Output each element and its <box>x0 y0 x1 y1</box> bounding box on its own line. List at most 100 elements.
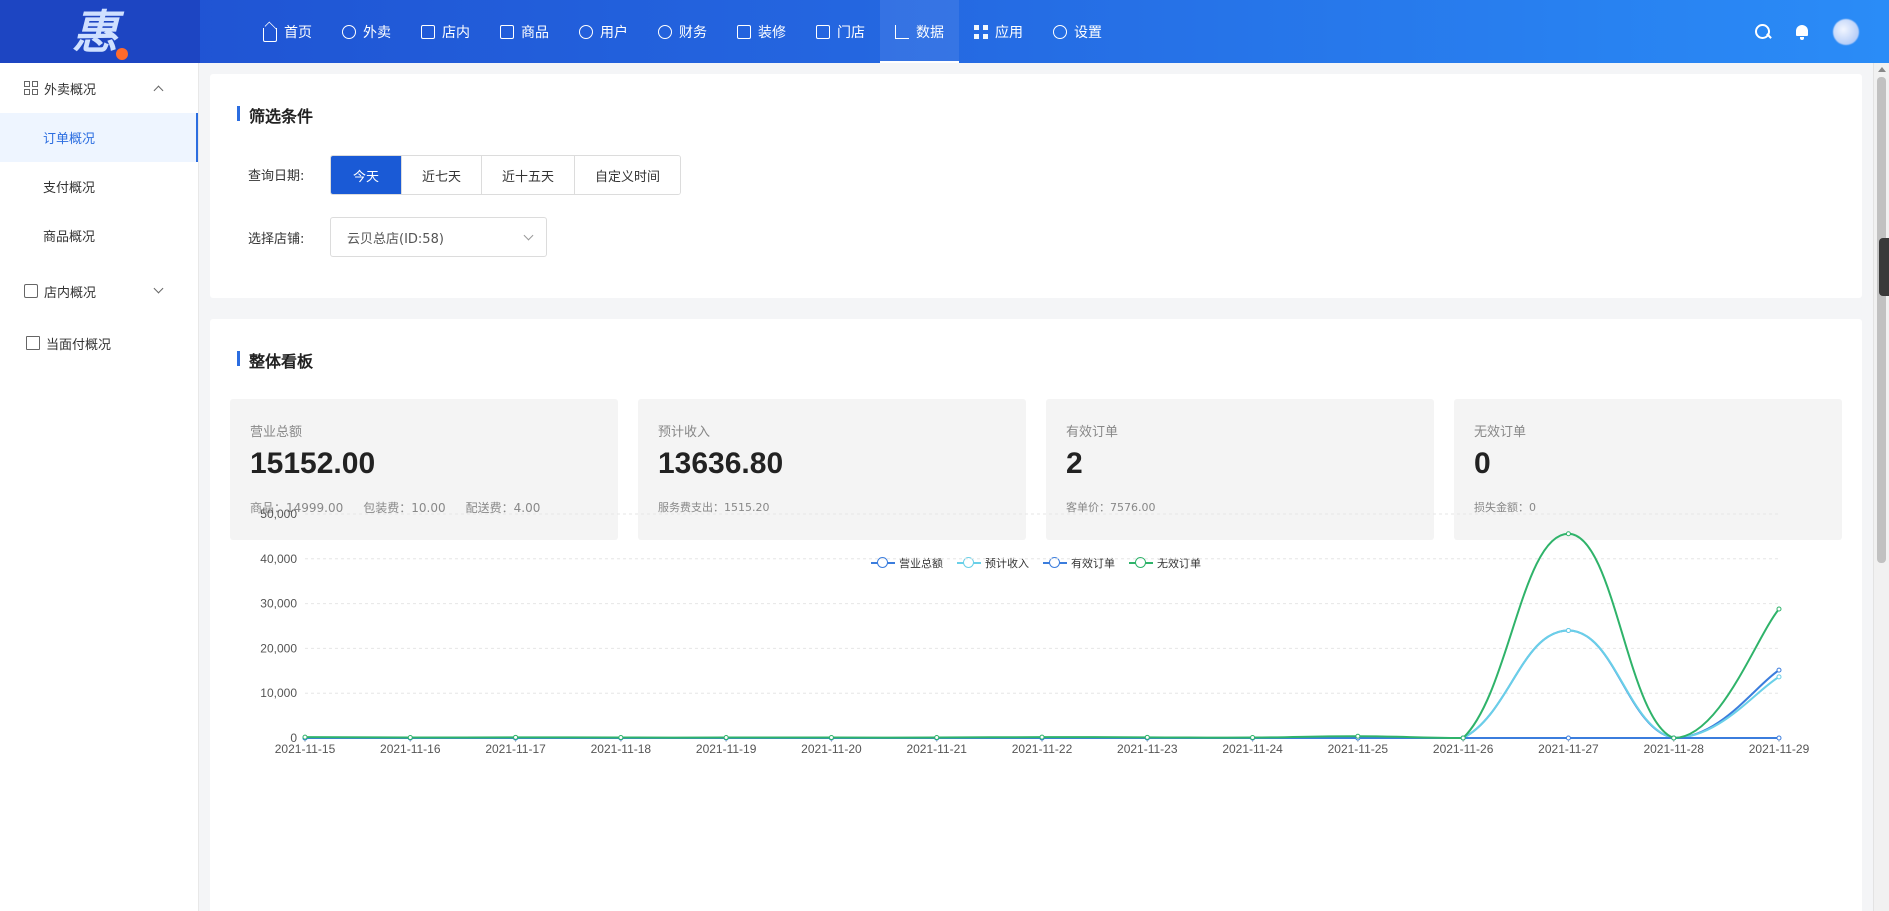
data-point <box>1776 735 1782 741</box>
data-point <box>1776 606 1782 612</box>
x-tick-label: 2021-11-18 <box>591 742 652 756</box>
x-tick-label: 2021-11-23 <box>1117 742 1178 756</box>
x-tick-label: 2021-11-28 <box>1643 742 1704 756</box>
avatar[interactable] <box>1833 18 1859 45</box>
y-tick-label: 10,000 <box>260 686 297 700</box>
nav-item-label: 数据 <box>916 24 944 41</box>
chevron-down-icon <box>153 283 164 294</box>
sidebar-item-product-overview[interactable]: 商品概况 <box>0 211 198 260</box>
nav-item-2[interactable]: 店内 <box>406 0 485 63</box>
store-inside-icon <box>421 24 435 39</box>
data-point <box>1460 735 1466 741</box>
x-tick-label: 2021-11-15 <box>275 742 336 756</box>
main-nav: 首页 外卖 店内 商品 用户 财务 装修 门店 数据 应用 设置 <box>248 0 1117 63</box>
logo[interactable]: 惠 <box>0 0 200 63</box>
nav-item-label: 商品 <box>521 24 549 41</box>
data-point <box>1671 735 1677 741</box>
scooter-icon <box>342 24 356 39</box>
user-icon <box>579 24 593 39</box>
nav-item-0[interactable]: 首页 <box>248 0 327 63</box>
sidebar-item-order-overview[interactable]: 订单概况 <box>0 113 198 162</box>
nav-item-1[interactable]: 外卖 <box>327 0 406 63</box>
sidebar-group-label: 当面付概况 <box>46 337 112 353</box>
sidebar-group-instore[interactable]: 店内概况 <box>0 266 198 316</box>
nav-item-label: 装修 <box>758 24 786 41</box>
store-select-value: 云贝总店(ID:58) <box>347 231 444 247</box>
sidebar-group-facepay[interactable]: 当面付概况 <box>0 318 198 368</box>
nav-item-label: 外卖 <box>363 24 391 41</box>
data-point <box>1039 734 1045 740</box>
date-option-15days[interactable]: 近十五天 <box>481 156 575 194</box>
nav-item-7[interactable]: 门店 <box>801 0 880 63</box>
x-tick-label: 2021-11-17 <box>485 742 546 756</box>
data-point <box>1250 735 1256 741</box>
filter-card: 筛选条件 查询日期: 今天 近七天 近十五天 自定义时间 选择店铺: 云贝总店(… <box>210 74 1862 298</box>
x-tick-label: 2021-11-22 <box>1012 742 1073 756</box>
date-label: 查询日期: <box>248 169 305 184</box>
y-tick-label: 50,000 <box>260 507 297 521</box>
y-tick-label: 30,000 <box>260 597 297 611</box>
data-point <box>618 735 624 741</box>
scrollbar-thumb[interactable] <box>1877 77 1886 563</box>
series-line-1 <box>305 629 1780 740</box>
data-point <box>828 735 834 741</box>
grid-icon <box>24 81 38 95</box>
date-range-selector: 今天 近七天 近十五天 自定义时间 <box>330 155 682 195</box>
data-point <box>1144 734 1150 740</box>
nav-item-label: 应用 <box>995 24 1023 41</box>
y-tick-label: 20,000 <box>260 641 297 655</box>
data-point <box>407 735 413 741</box>
store-label: 选择店铺: <box>248 232 305 247</box>
x-tick-label: 2021-11-16 <box>380 742 441 756</box>
store-select[interactable]: 云贝总店(ID:58) <box>330 217 547 257</box>
scroll-up-arrow-icon[interactable] <box>1878 67 1886 72</box>
sidebar-item-payment-overview[interactable]: 支付概况 <box>0 162 198 211</box>
logo-glyph: 惠 <box>72 5 118 59</box>
dashboard-card: 整体看板 营业总额 15152.00 商品：14999.00 包装费：10.00… <box>210 319 1862 911</box>
nav-item-4[interactable]: 用户 <box>564 0 643 63</box>
search-icon[interactable] <box>1755 23 1771 40</box>
storefront-icon <box>816 24 830 39</box>
x-tick-label: 2021-11-29 <box>1749 742 1810 756</box>
sidebar-group-delivery[interactable]: 外卖概况 <box>0 63 198 113</box>
nav-item-10[interactable]: 设置 <box>1038 0 1117 63</box>
side-drawer-handle[interactable] <box>1879 238 1889 296</box>
logo-dot <box>116 48 128 60</box>
gear-icon <box>1053 24 1067 39</box>
vertical-scrollbar[interactable] <box>1873 63 1889 911</box>
nav-item-label: 店内 <box>442 24 470 41</box>
filter-title: 筛选条件 <box>237 103 313 127</box>
x-tick-label: 2021-11-25 <box>1328 742 1389 756</box>
date-option-7days[interactable]: 近七天 <box>401 156 482 194</box>
header-actions <box>1755 0 1859 63</box>
x-tick-label: 2021-11-20 <box>801 742 862 756</box>
date-option-custom[interactable]: 自定义时间 <box>574 156 681 194</box>
chevron-down-icon <box>523 230 534 241</box>
x-tick-label: 2021-11-21 <box>906 742 967 756</box>
nav-item-label: 门店 <box>837 24 865 41</box>
nav-item-6[interactable]: 装修 <box>722 0 801 63</box>
trend-line-chart: 010,00020,00030,00040,00050,0002021-11-1… <box>260 507 1810 756</box>
sidebar-group-label: 外卖概况 <box>44 82 97 98</box>
data-point <box>723 735 729 741</box>
nav-item-8[interactable]: 数据 <box>880 0 959 63</box>
nav-item-label: 设置 <box>1074 24 1102 41</box>
x-tick-label: 2021-11-27 <box>1538 742 1599 756</box>
document-icon <box>26 336 40 350</box>
apps-grid-icon <box>974 24 988 39</box>
bell-icon[interactable] <box>1795 24 1809 40</box>
nav-item-5[interactable]: 财务 <box>643 0 722 63</box>
data-point <box>302 734 308 740</box>
nav-item-label: 首页 <box>284 24 312 41</box>
series-line-0 <box>305 629 1780 740</box>
date-option-today[interactable]: 今天 <box>331 156 401 194</box>
data-point <box>1565 627 1571 633</box>
nav-item-3[interactable]: 商品 <box>485 0 564 63</box>
data-point <box>1565 531 1571 537</box>
sidebar-group-label: 店内概况 <box>44 285 97 301</box>
nav-item-label: 财务 <box>679 24 707 41</box>
nav-item-label: 用户 <box>600 24 628 41</box>
home-icon <box>263 27 277 42</box>
shop-front-icon <box>737 24 751 39</box>
nav-item-9[interactable]: 应用 <box>959 0 1038 63</box>
